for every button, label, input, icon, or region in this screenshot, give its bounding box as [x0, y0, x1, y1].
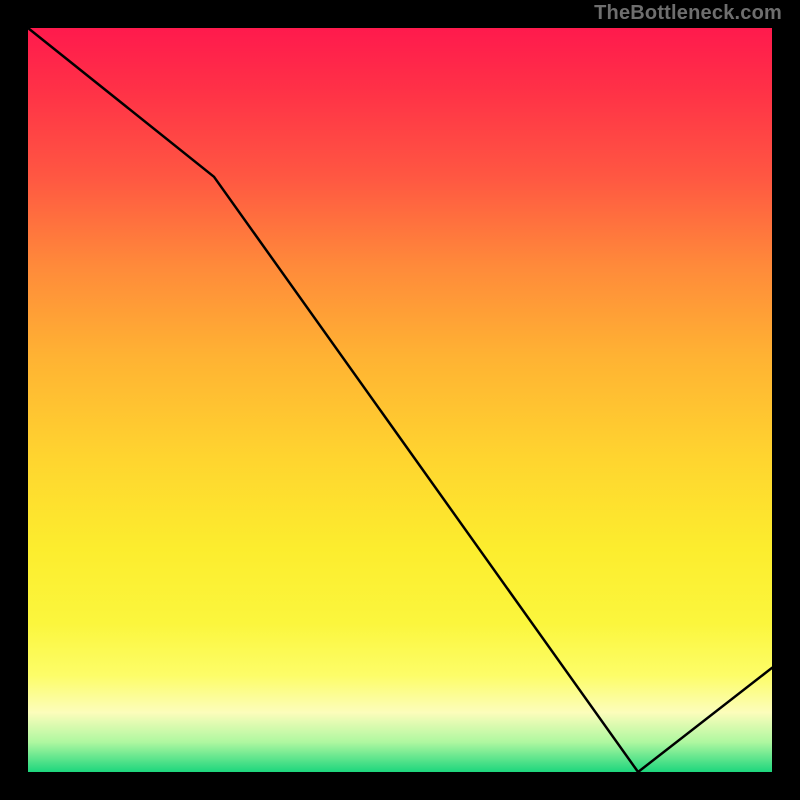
line-plot-svg — [28, 28, 772, 772]
bottleneck-curve — [28, 28, 772, 772]
source-credit: TheBottleneck.com — [594, 2, 782, 25]
plot-area — [25, 25, 775, 775]
chart-frame: TheBottleneck.com — [0, 0, 800, 800]
